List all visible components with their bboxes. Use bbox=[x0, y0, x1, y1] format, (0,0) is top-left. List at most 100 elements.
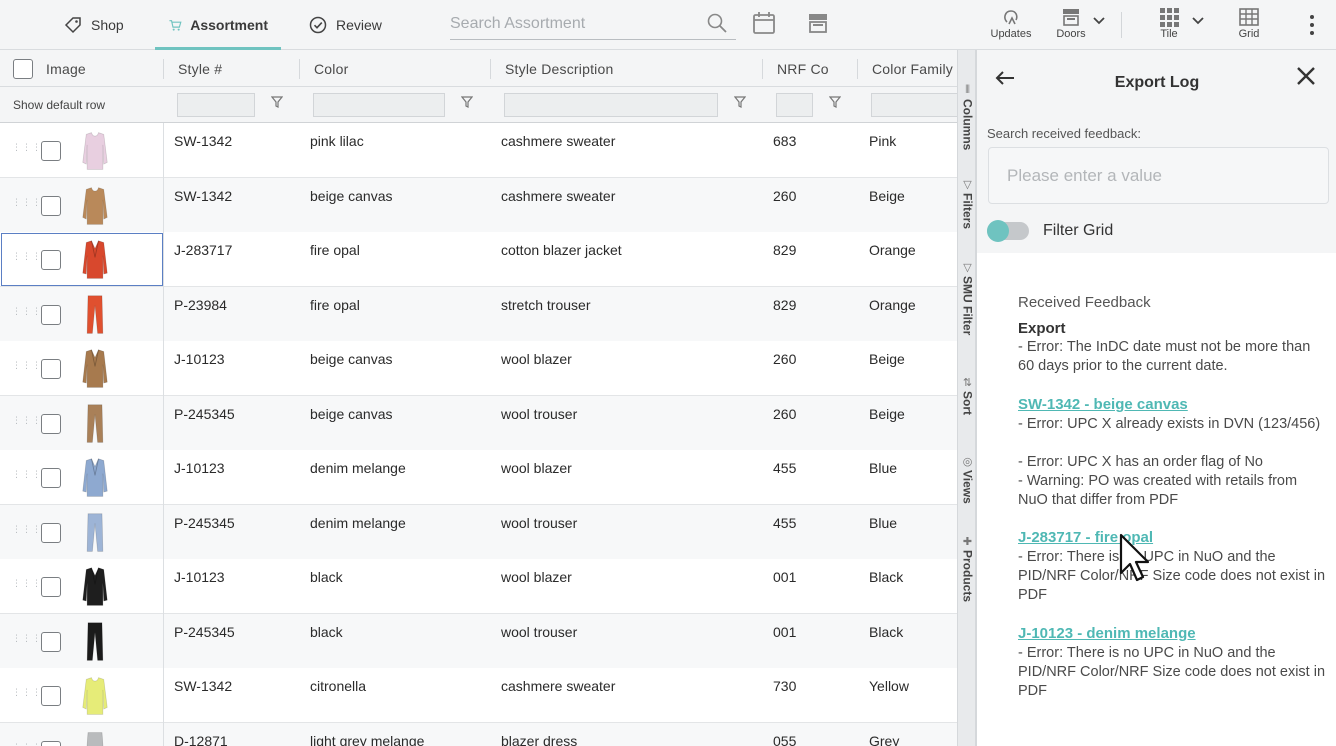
rail-filters[interactable]: ▽ Filters bbox=[958, 178, 977, 229]
cell-nrf-color[interactable]: 260 bbox=[773, 351, 796, 367]
cell-color[interactable]: pink lilac bbox=[310, 133, 364, 149]
column-divider[interactable] bbox=[762, 59, 763, 79]
column-header-color-family[interactable]: Color Family bbox=[872, 50, 953, 87]
table-row[interactable]: ⋮⋮⋮ SW-1342 beige canvas cashmere sweater 26… bbox=[0, 177, 957, 233]
cell-nrf-color[interactable]: 683 bbox=[773, 133, 796, 149]
close-icon[interactable] bbox=[1296, 66, 1316, 86]
drag-handle-icon[interactable]: ⋮⋮⋮ bbox=[12, 470, 41, 482]
cell-color[interactable]: beige canvas bbox=[310, 406, 393, 422]
column-header-style[interactable]: Style # bbox=[178, 50, 222, 87]
cell-style[interactable]: J-10123 bbox=[174, 569, 225, 585]
filter-grid-toggle[interactable] bbox=[987, 220, 1029, 242]
table-row[interactable]: ⋮⋮⋮D-12871light grey melangeblazer dress… bbox=[0, 722, 957, 746]
cell-nrf-color[interactable]: 829 bbox=[773, 242, 796, 258]
cell-color-family[interactable]: Beige bbox=[869, 351, 905, 367]
search-feedback-input[interactable] bbox=[989, 148, 1328, 203]
row-checkbox[interactable] bbox=[41, 577, 61, 597]
cell-style[interactable]: P-245345 bbox=[174, 406, 235, 422]
column-divider[interactable] bbox=[163, 59, 164, 79]
cell-nrf-color[interactable]: 001 bbox=[773, 569, 796, 585]
cell-color[interactable]: denim melange bbox=[310, 460, 406, 476]
cell-description[interactable]: wool trouser bbox=[501, 624, 577, 640]
cell-color[interactable]: beige canvas bbox=[310, 351, 393, 367]
product-thumbnail[interactable] bbox=[74, 291, 116, 339]
product-thumbnail[interactable] bbox=[74, 509, 116, 557]
cell-color-family[interactable]: Orange bbox=[869, 242, 916, 258]
cell-style[interactable]: D-12871 bbox=[174, 733, 228, 746]
table-row[interactable]: ⋮⋮⋮ P-245345 denim melange wool trouser 455 B… bbox=[0, 504, 957, 560]
drag-handle-icon[interactable]: ⋮⋮⋮ bbox=[12, 197, 41, 210]
column-divider[interactable] bbox=[857, 59, 858, 79]
filter-icon[interactable] bbox=[829, 96, 841, 108]
table-row[interactable]: ⋮⋮⋮ P-245345 beige canvas wool trouser 260 Be… bbox=[0, 395, 957, 451]
row-checkbox[interactable] bbox=[41, 468, 61, 488]
cell-description[interactable]: blazer dress bbox=[501, 733, 577, 746]
row-checkbox[interactable] bbox=[41, 195, 61, 216]
product-thumbnail[interactable] bbox=[74, 672, 116, 720]
cell-style[interactable]: J-283717 bbox=[174, 242, 232, 258]
drag-handle-icon[interactable]: ⋮⋮⋮ bbox=[12, 143, 41, 155]
more-vertical-icon[interactable] bbox=[1306, 14, 1318, 36]
cell-style[interactable]: SW-1342 bbox=[174, 133, 232, 149]
row-checkbox[interactable] bbox=[41, 304, 61, 325]
cell-color[interactable]: black bbox=[310, 624, 343, 640]
drag-handle-icon[interactable]: ⋮⋮⋮ bbox=[12, 688, 41, 700]
cell-color[interactable]: light grey melange bbox=[310, 733, 424, 746]
feedback-link-j283717[interactable]: J-283717 - fire opal bbox=[1018, 528, 1330, 547]
cell-color[interactable]: fire opal bbox=[310, 242, 360, 258]
product-thumbnail[interactable] bbox=[74, 345, 116, 393]
product-thumbnail[interactable] bbox=[74, 727, 116, 746]
cell-style[interactable]: P-23984 bbox=[174, 297, 227, 313]
cell-color-family[interactable]: Beige bbox=[869, 188, 905, 204]
product-thumbnail[interactable] bbox=[74, 454, 116, 502]
grid-view-button[interactable]: Grid bbox=[1232, 6, 1266, 40]
product-thumbnail[interactable] bbox=[74, 182, 116, 230]
rail-views[interactable]: ◎ Views bbox=[958, 455, 977, 504]
cell-style[interactable]: P-245345 bbox=[174, 515, 235, 531]
search-input[interactable] bbox=[450, 10, 700, 38]
cell-description[interactable]: cashmere sweater bbox=[501, 678, 615, 694]
column-divider[interactable] bbox=[490, 59, 491, 79]
cell-description[interactable]: stretch trouser bbox=[501, 297, 590, 313]
cell-nrf-color[interactable]: 455 bbox=[773, 515, 796, 531]
table-row[interactable]: ⋮⋮⋮ J-10123 denim melange wool blazer 455 Blu… bbox=[0, 450, 957, 505]
chevron-down-icon[interactable] bbox=[1192, 17, 1204, 25]
cell-nrf-color[interactable]: 730 bbox=[773, 678, 796, 694]
table-row[interactable]: ⋮⋮⋮ P-23984 fire opal stretch trouser 829 Ora… bbox=[0, 286, 957, 342]
cell-style[interactable]: SW-1342 bbox=[174, 678, 232, 694]
cell-style[interactable]: J-10123 bbox=[174, 351, 225, 367]
feedback-link-j10123[interactable]: J-10123 - denim melange bbox=[1018, 624, 1330, 643]
select-all-checkbox[interactable] bbox=[13, 59, 33, 79]
cell-color-family[interactable]: Black bbox=[869, 624, 903, 640]
column-header-nrf-color[interactable]: NRF Co bbox=[777, 50, 829, 87]
column-divider[interactable] bbox=[299, 59, 300, 79]
drag-handle-icon[interactable]: ⋮⋮⋮ bbox=[12, 579, 41, 591]
row-checkbox[interactable] bbox=[41, 740, 61, 746]
cell-nrf-color[interactable]: 260 bbox=[773, 406, 796, 422]
column-header-image[interactable]: Image bbox=[46, 50, 86, 87]
store-icon[interactable] bbox=[806, 11, 830, 35]
cell-description[interactable]: wool trouser bbox=[501, 406, 577, 422]
nrf-filter-input[interactable] bbox=[776, 93, 813, 117]
cell-color-family[interactable]: Blue bbox=[869, 515, 897, 531]
drag-handle-icon[interactable]: ⋮⋮⋮ bbox=[12, 252, 41, 264]
cell-color[interactable]: denim melange bbox=[310, 515, 406, 531]
cell-nrf-color[interactable]: 260 bbox=[773, 188, 796, 204]
cell-color-family[interactable]: Beige bbox=[869, 406, 905, 422]
drag-handle-icon[interactable]: ⋮⋮⋮ bbox=[12, 524, 41, 537]
filter-icon[interactable] bbox=[271, 96, 283, 108]
cell-description[interactable]: wool trouser bbox=[501, 515, 577, 531]
cell-nrf-color[interactable]: 455 bbox=[773, 460, 796, 476]
cell-description[interactable]: wool blazer bbox=[501, 351, 572, 367]
drag-handle-icon[interactable]: ⋮⋮⋮ bbox=[12, 633, 41, 646]
cell-color-family[interactable]: Black bbox=[869, 569, 903, 585]
row-checkbox[interactable] bbox=[41, 686, 61, 706]
row-checkbox[interactable] bbox=[41, 522, 61, 543]
cell-nrf-color[interactable]: 829 bbox=[773, 297, 796, 313]
table-row[interactable]: ⋮⋮⋮ J-10123 beige canvas wool blazer 260 Beig… bbox=[0, 341, 957, 396]
description-filter-input[interactable] bbox=[504, 93, 718, 117]
rail-columns[interactable]: ⦀ Columns bbox=[958, 84, 977, 150]
cell-nrf-color[interactable]: 055 bbox=[773, 733, 796, 746]
cell-color-family[interactable]: Grey bbox=[869, 733, 899, 746]
updates-button[interactable]: Updates bbox=[989, 6, 1033, 40]
